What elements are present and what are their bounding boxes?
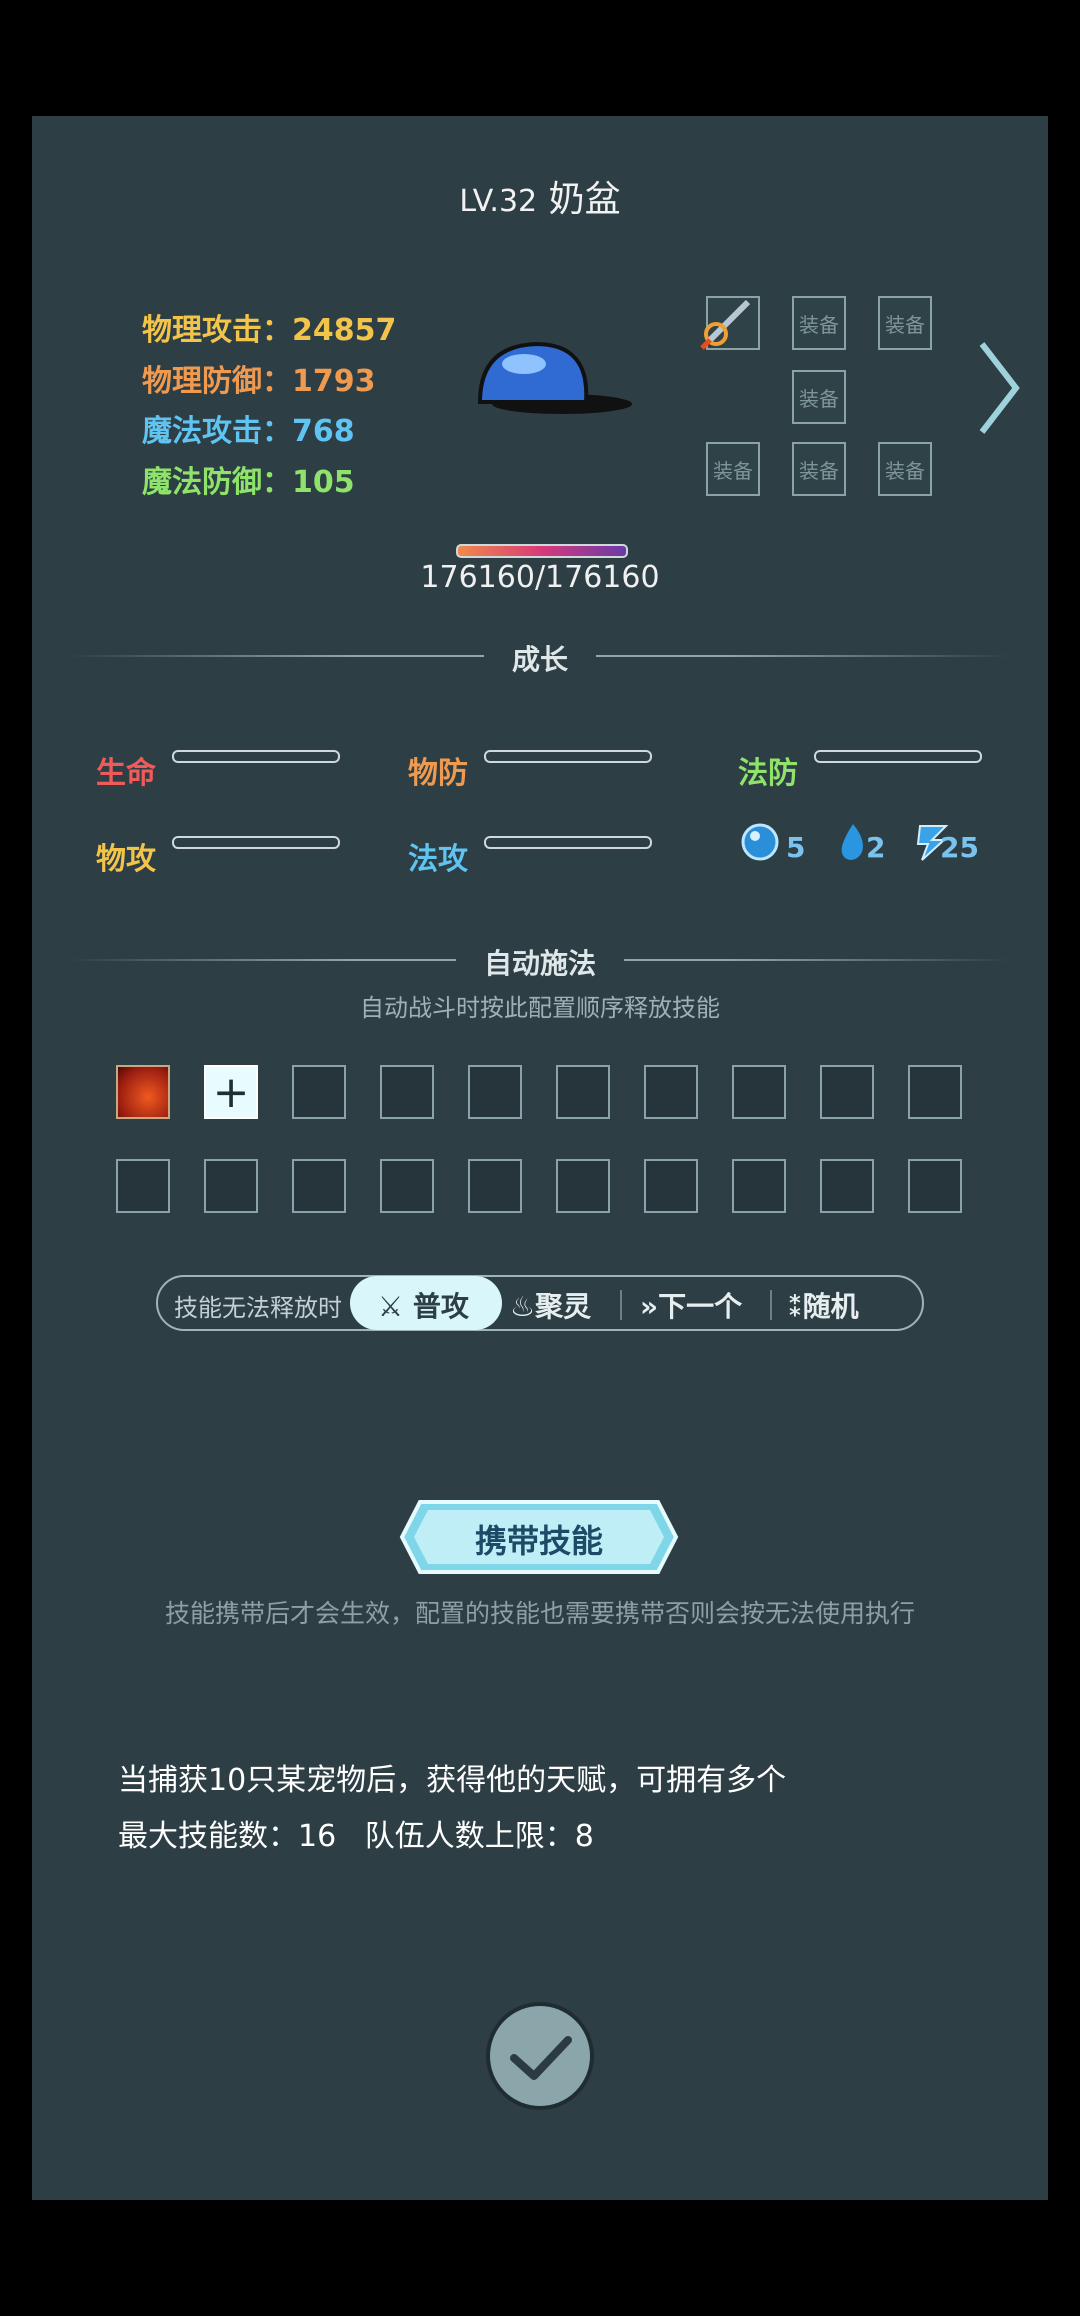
growth-title: 成长 bbox=[0, 638, 1080, 678]
limits-info: 最大技能数：16 队伍人数上限：8 bbox=[118, 1819, 594, 1854]
double-chevron-icon: » bbox=[640, 1290, 659, 1323]
growth-matk-label: 法攻 bbox=[408, 842, 468, 877]
pet-name: 奶盆 bbox=[548, 179, 621, 220]
equip-slot-4[interactable]: 装备 bbox=[792, 370, 846, 424]
growth-mdef-label: 法防 bbox=[738, 756, 798, 791]
pet-highlight bbox=[502, 354, 546, 374]
skill-slot-fire-skill[interactable] bbox=[116, 1065, 170, 1119]
empty-skill-slot[interactable] bbox=[908, 1159, 962, 1213]
empty-skill-slot[interactable] bbox=[468, 1159, 522, 1213]
autocast-subtitle: 自动战斗时按此配置顺序释放技能 bbox=[360, 994, 720, 1022]
growth-hp-bar bbox=[172, 750, 340, 763]
sword-icon bbox=[700, 299, 751, 350]
talent-info: 当捕获10只某宠物后，获得他的天赋，可拥有多个 bbox=[118, 1763, 787, 1798]
flame-icon bbox=[841, 824, 863, 860]
orb-count: 5 bbox=[786, 831, 806, 864]
fallback-option-next[interactable]: »下一个 bbox=[640, 1285, 742, 1325]
fallback-label: 技能无法释放时 bbox=[174, 1294, 342, 1322]
empty-skill-slot[interactable] bbox=[380, 1159, 434, 1213]
orb-icon bbox=[741, 823, 779, 861]
fallback-option-random[interactable]: ⁑随机 bbox=[788, 1285, 859, 1325]
empty-skill-slot[interactable] bbox=[644, 1065, 698, 1119]
empty-skill-slot[interactable] bbox=[468, 1065, 522, 1119]
shuffle-icon: ⁑ bbox=[788, 1290, 803, 1323]
growth-hp-label: 生命 bbox=[96, 756, 156, 791]
stat-magic-defense: 魔法防御：105 bbox=[142, 465, 355, 500]
lightning-count: 25 bbox=[940, 831, 979, 864]
stat-physical-attack: 物理攻击：24857 bbox=[142, 313, 397, 348]
segment-divider bbox=[620, 1290, 622, 1320]
empty-skill-slot[interactable] bbox=[732, 1065, 786, 1119]
add-skill-button[interactable]: + bbox=[204, 1065, 258, 1119]
fallback-option-gather-spirit[interactable]: ♨聚灵 bbox=[510, 1285, 591, 1325]
fallback-option-normal-attack[interactable]: ⚔ 普攻 bbox=[378, 1285, 469, 1325]
empty-skill-slot[interactable] bbox=[820, 1065, 874, 1119]
equip-slot-2[interactable]: 装备 bbox=[792, 296, 846, 350]
hp-bar bbox=[456, 544, 628, 558]
hp-value: 176160/176160 bbox=[420, 560, 660, 595]
plus-icon: + bbox=[212, 1066, 250, 1118]
checkmark-icon bbox=[510, 2036, 572, 2080]
equip-slot-1[interactable] bbox=[700, 296, 760, 350]
autocast-title: 自动施法 bbox=[0, 942, 1080, 982]
equip-slot-7[interactable]: 装备 bbox=[878, 442, 932, 496]
empty-skill-slot[interactable] bbox=[556, 1159, 610, 1213]
confirm-button[interactable] bbox=[486, 2002, 594, 2110]
empty-skill-slot[interactable] bbox=[908, 1065, 962, 1119]
growth-patk-bar bbox=[172, 836, 340, 849]
empty-skill-slot[interactable] bbox=[820, 1159, 874, 1213]
empty-skill-slot[interactable] bbox=[292, 1065, 346, 1119]
empty-skill-slot[interactable] bbox=[732, 1159, 786, 1213]
stat-physical-defense: 物理防御：1793 bbox=[142, 364, 376, 399]
growth-pdef-bar bbox=[484, 750, 652, 763]
flame-count: 2 bbox=[866, 831, 886, 864]
empty-skill-slot[interactable] bbox=[644, 1159, 698, 1213]
equip-slot-3[interactable]: 装备 bbox=[878, 296, 932, 350]
pet-title: LV.32 奶盆 bbox=[0, 170, 1080, 222]
stat-magic-attack: 魔法攻击：768 bbox=[142, 414, 355, 449]
growth-patk-label: 物攻 bbox=[96, 842, 156, 877]
empty-skill-slot[interactable] bbox=[380, 1065, 434, 1119]
equip-slot-6[interactable]: 装备 bbox=[792, 442, 846, 496]
empty-skill-slot[interactable] bbox=[116, 1159, 170, 1213]
crossed-swords-icon: ⚔ bbox=[378, 1290, 404, 1323]
empty-skill-slot[interactable] bbox=[292, 1159, 346, 1213]
spirit-flame-icon: ♨ bbox=[510, 1290, 536, 1323]
growth-pdef-label: 物防 bbox=[408, 756, 468, 791]
empty-skill-slot[interactable] bbox=[204, 1159, 258, 1213]
segment-divider bbox=[770, 1290, 772, 1320]
pet-level: LV.32 bbox=[459, 184, 538, 219]
growth-mdef-bar bbox=[814, 750, 982, 763]
empty-skill-slot[interactable] bbox=[556, 1065, 610, 1119]
next-pet-chevron-icon[interactable] bbox=[976, 340, 1020, 436]
carry-skill-button-label[interactable]: 携带技能 bbox=[396, 1516, 682, 1562]
growth-matk-bar bbox=[484, 836, 652, 849]
carry-skill-note: 技能携带后才会生效，配置的技能也需要携带否则会按无法使用执行 bbox=[164, 1599, 915, 1628]
equip-slot-5[interactable]: 装备 bbox=[706, 442, 760, 496]
slime-pet-sprite bbox=[477, 341, 632, 414]
